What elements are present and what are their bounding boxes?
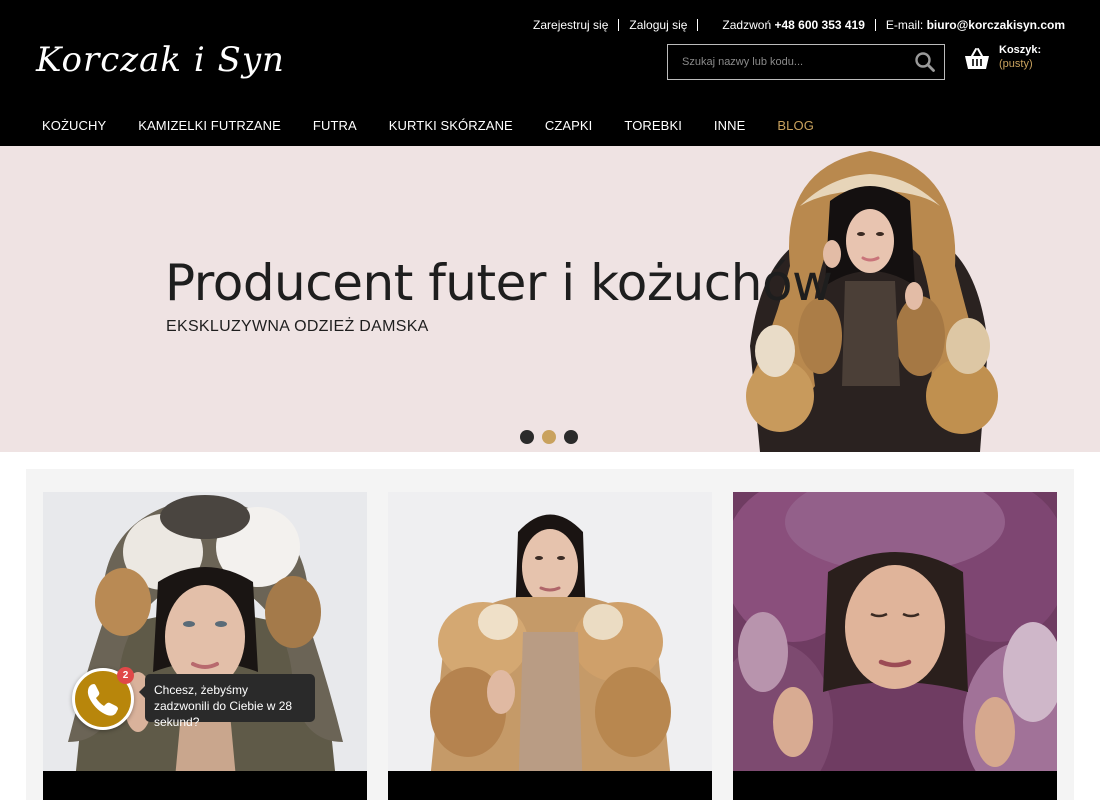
search-input[interactable] <box>668 45 904 79</box>
nav-item-kurtki-skorzane[interactable]: KURTKI SKÓRZANE <box>373 118 529 133</box>
product-card-bar <box>43 771 367 800</box>
nav-item-kozuchy[interactable]: KOŻUCHY <box>26 118 122 133</box>
cart-status: (pusty) <box>999 58 1033 70</box>
phone-label: Zadzwoń <box>722 18 772 32</box>
hero-slider: Producent futer i kożuchów EKSKLUZYWNA O… <box>0 146 1100 452</box>
hero-title: Producent futer i kożuchów <box>165 254 833 312</box>
slider-dot-3[interactable] <box>564 430 578 444</box>
email-address: biuro@korczakisyn.com <box>926 18 1065 32</box>
register-link[interactable]: Zarejestruj się <box>533 18 608 32</box>
product-image-purple-fur-hood <box>733 492 1057 800</box>
product-card-bar <box>733 771 1057 800</box>
email-link[interactable]: biuro@korczakisyn.com <box>927 18 1065 32</box>
nav-item-inne[interactable]: INNE <box>698 118 761 133</box>
product-image-fox-fur-hood <box>43 492 367 800</box>
logo-text: Korczak i Syn <box>36 40 285 80</box>
site-logo[interactable]: Korczak i Syn <box>36 36 284 84</box>
cart-widget[interactable]: Koszyk: (pusty) <box>964 44 1074 76</box>
phone-number: +48 600 353 419 <box>774 18 865 32</box>
divider <box>874 19 876 31</box>
slider-dot-1[interactable] <box>520 430 534 444</box>
slider-dots <box>520 430 578 444</box>
divider <box>618 19 620 31</box>
nav-item-czapki[interactable]: CZAPKI <box>529 118 609 133</box>
login-link[interactable]: Zaloguj się <box>629 18 687 32</box>
shopping-basket-icon <box>965 48 989 69</box>
nav-item-torebki[interactable]: TOREBKI <box>608 118 698 133</box>
site-header: Korczak i Syn Zarejestruj się Zaloguj si… <box>0 0 1100 146</box>
divider <box>697 19 699 31</box>
product-card[interactable] <box>733 492 1057 800</box>
product-card[interactable] <box>388 492 712 800</box>
phone-link[interactable]: +48 600 353 419 <box>774 18 864 32</box>
email-label: E-mail: <box>885 18 924 32</box>
nav-item-kamizelki-futrzane[interactable]: KAMIZELKI FUTRZANE <box>122 118 297 133</box>
search-button[interactable] <box>914 51 936 73</box>
notification-badge: 2 <box>117 667 134 684</box>
product-grid <box>26 469 1074 800</box>
search-icon <box>915 52 935 72</box>
top-bar: Zarejestruj się Zaloguj się Zadzwoń +48 … <box>533 18 1065 32</box>
main-nav: KOŻUCHY KAMIZELKI FUTRZANE FUTRA KURTKI … <box>26 111 830 139</box>
product-card[interactable] <box>43 492 367 800</box>
cart-label: Koszyk: <box>999 44 1042 56</box>
nav-item-futra[interactable]: FUTRA <box>297 118 373 133</box>
nav-item-blog[interactable]: BLOG <box>761 118 830 133</box>
search-box <box>667 44 945 80</box>
hero-subtitle: EKSKLUZYWNA ODZIEŻ DAMSKA <box>166 318 429 335</box>
product-card-bar <box>388 771 712 800</box>
callback-tooltip[interactable]: Chcesz, żebyśmy zadzwonili do Ciebie w 2… <box>139 674 315 729</box>
slider-dot-2[interactable] <box>542 430 556 444</box>
product-image-fox-fur-vest <box>388 492 712 800</box>
